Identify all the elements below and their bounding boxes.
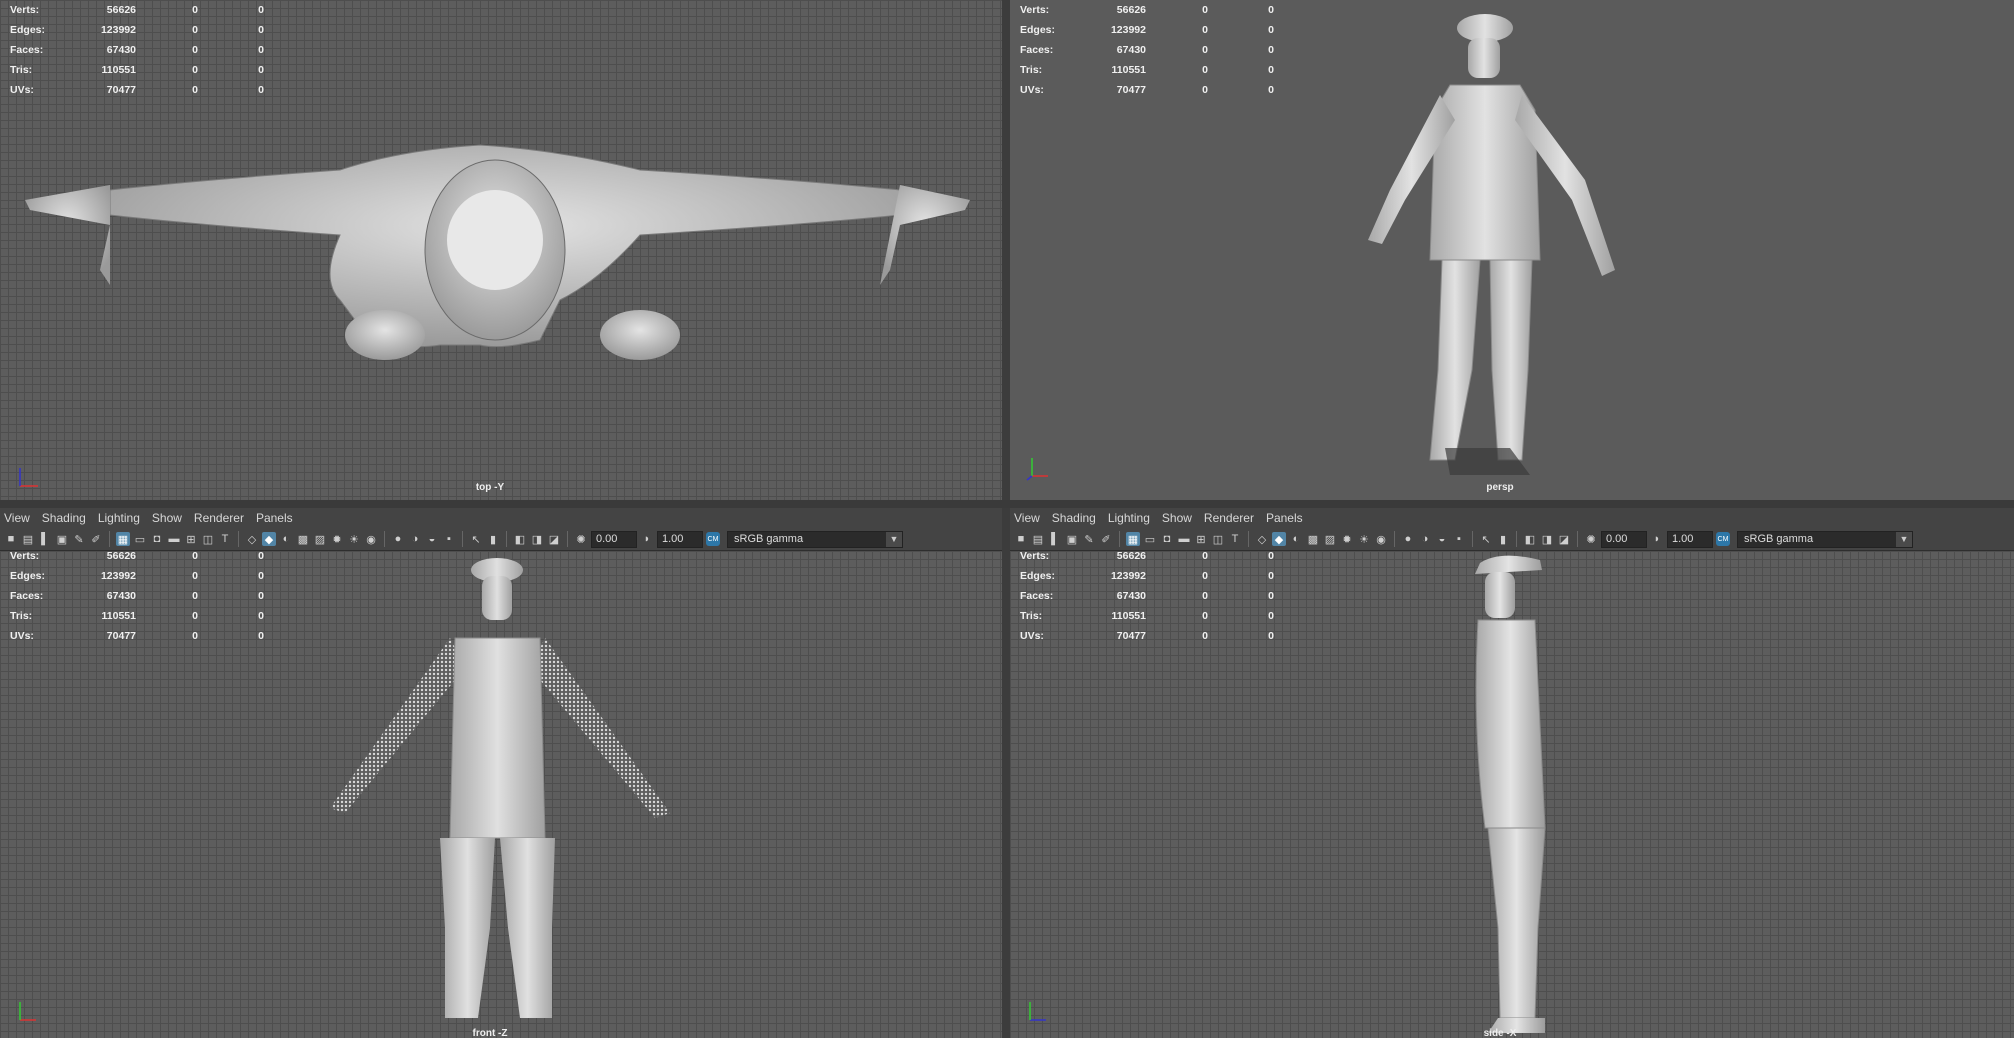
camera-label: side -X: [1483, 1028, 1517, 1038]
axis-gizmo: [1024, 452, 1054, 482]
viewport-front[interactable]: View Shading Lighting Show Renderer Pane…: [0, 508, 1002, 1038]
axis-gizmo: [14, 996, 44, 1026]
viewport-divider-horizontal[interactable]: [0, 500, 2014, 508]
viewport-persp[interactable]: Verts: 56626 0 0 Edges: 123992 0 0 Faces: 67430…: [1010, 0, 2014, 500]
viewport-top[interactable]: Verts: 56626 0 0 Edges: 123992 0 0 Faces: 67430…: [0, 0, 1002, 500]
axis-gizmo: [14, 462, 44, 492]
axis-gizmo: [1024, 996, 1054, 1026]
viewport-side[interactable]: View Shading Lighting Show Renderer Pane…: [1010, 508, 2014, 1038]
character-model-persp[interactable]: [1010, 0, 2014, 500]
camera-label: persp: [1486, 482, 1514, 493]
camera-label: top -Y: [475, 482, 505, 493]
camera-label: front -Z: [472, 1028, 508, 1038]
viewport-divider-vertical[interactable]: [1002, 0, 1010, 1038]
character-model-top[interactable]: [0, 0, 1002, 500]
character-model-side[interactable]: [1010, 508, 2014, 1038]
character-model-front[interactable]: [0, 508, 1002, 1038]
